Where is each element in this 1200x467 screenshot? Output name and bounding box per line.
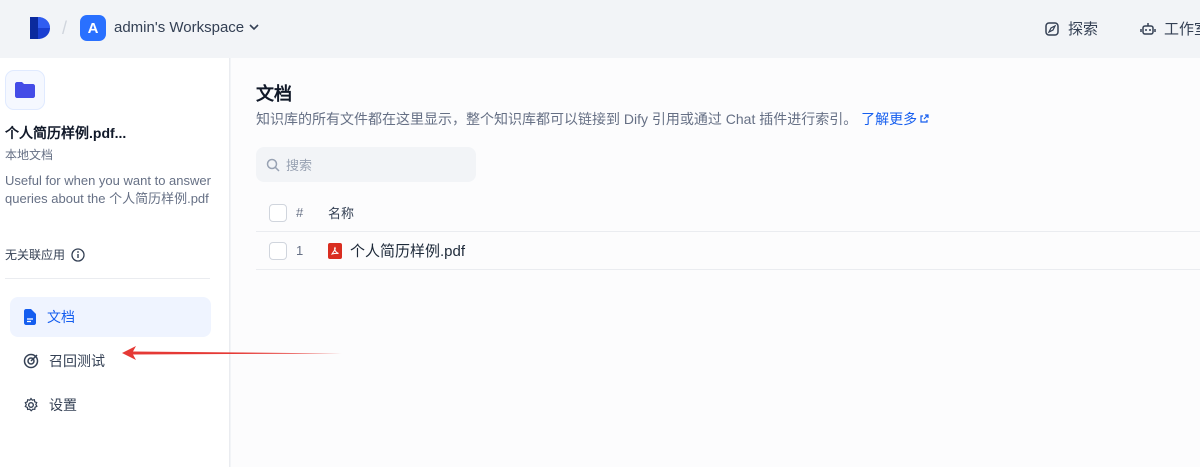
info-icon[interactable]: [71, 247, 85, 262]
folder-icon: [15, 82, 35, 98]
page-description: 知识库的所有文件都在这里显示，整个知识库都可以链接到 Dify 引用或通过 Ch…: [256, 109, 929, 129]
robot-icon: [1140, 22, 1156, 35]
learn-more-link[interactable]: 了解更多: [861, 111, 929, 127]
table-row[interactable]: 1 个人简历样例.pdf: [256, 232, 1200, 270]
workspace-avatar[interactable]: A: [80, 15, 106, 41]
pdf-file-icon: [328, 242, 342, 259]
dify-logo-icon[interactable]: [28, 15, 52, 41]
sidebar-item-settings[interactable]: 设置: [10, 385, 211, 425]
document-name-cell[interactable]: 个人简历样例.pdf: [328, 240, 465, 261]
top-header: / A admin's Workspace 探索 工作室: [0, 0, 1200, 58]
gear-icon: [24, 397, 38, 412]
row-number: 1: [296, 243, 304, 258]
column-header-name: 名称: [328, 206, 355, 221]
main-content: 文档 知识库的所有文件都在这里显示，整个知识库都可以链接到 Dify 引用或通过…: [231, 58, 1200, 467]
dataset-sidebar: 个人简历样例.pdf... 本地文档 Useful for when you w…: [0, 58, 230, 467]
dataset-icon: [5, 70, 45, 110]
learn-more-label: 了解更多: [861, 111, 918, 127]
sidebar-item-label: 设置: [49, 397, 77, 413]
select-all-checkbox[interactable]: [269, 203, 287, 222]
table-header-row: # 名称: [256, 194, 1200, 232]
nav-studio[interactable]: 工作室: [1140, 18, 1200, 39]
page-title: 文档: [256, 84, 292, 104]
annotation-arrow-icon: [122, 346, 342, 360]
nav-explore-label: 探索: [1068, 21, 1099, 38]
search-placeholder: 搜索: [286, 158, 313, 173]
document-name: 个人简历样例.pdf: [350, 243, 466, 260]
external-link-icon: [920, 114, 929, 123]
sidebar-item-documents[interactable]: 文档: [10, 297, 211, 337]
documents-table: # 名称 1 个人简历样例.pdf: [256, 194, 1200, 270]
search-icon: [266, 158, 280, 172]
related-apps: 无关联应用: [5, 246, 85, 263]
dataset-name: 个人简历样例.pdf...: [5, 125, 127, 141]
row-checkbox[interactable]: [269, 241, 287, 260]
target-icon: [23, 353, 39, 369]
dataset-description: Useful for when you want to answer queri…: [5, 173, 211, 206]
dataset-type: 本地文档: [5, 148, 54, 162]
related-apps-label: 无关联应用: [5, 248, 66, 262]
breadcrumb-separator: /: [62, 18, 68, 38]
compass-icon: [1045, 21, 1059, 36]
chevron-down-icon[interactable]: [248, 21, 260, 33]
document-icon: [24, 309, 36, 325]
search-input[interactable]: 搜索: [256, 147, 476, 182]
nav-explore[interactable]: 探索: [1044, 18, 1098, 39]
workspace-name[interactable]: admin's Workspace: [114, 19, 244, 36]
sidebar-item-label: 文档: [47, 309, 75, 325]
nav-studio-label: 工作室: [1164, 21, 1200, 38]
sidebar-item-label: 召回测试: [49, 353, 105, 369]
sidebar-divider: [5, 278, 210, 279]
column-header-number: #: [296, 205, 304, 220]
page-description-text: 知识库的所有文件都在这里显示，整个知识库都可以链接到 Dify 引用或通过 Ch…: [256, 111, 858, 127]
